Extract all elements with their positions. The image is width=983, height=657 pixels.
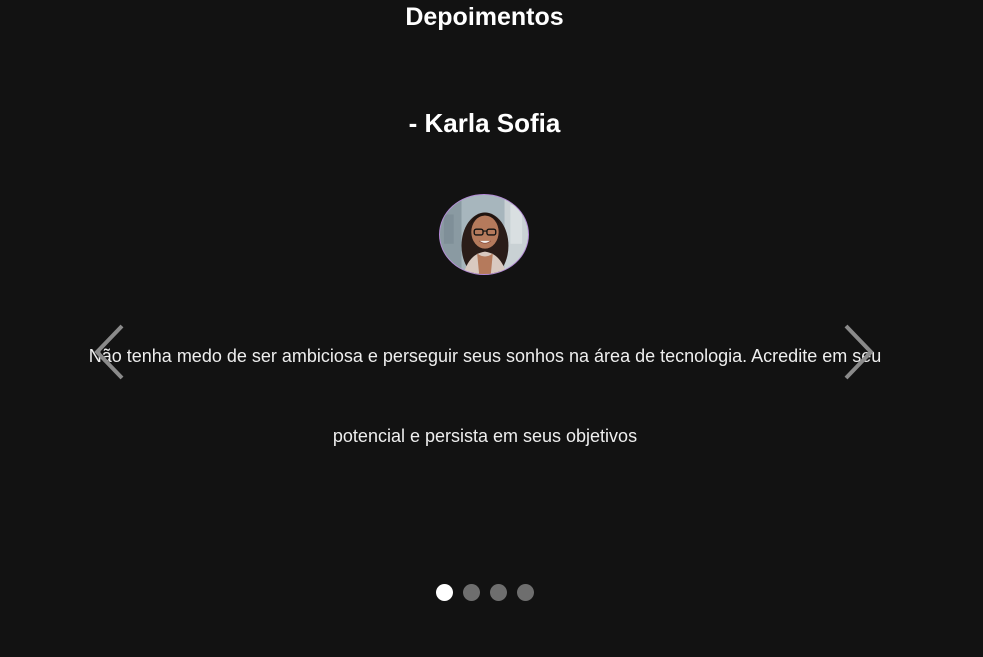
carousel-prev-button[interactable]	[92, 322, 126, 382]
testimonial-quote: Não tenha medo de ser ambiciosa e perseg…	[88, 346, 882, 446]
avatar-photo	[440, 195, 528, 274]
carousel-next-button[interactable]	[842, 322, 876, 382]
chevron-right-icon	[844, 324, 874, 380]
carousel-indicator-1[interactable]	[435, 584, 453, 601]
testimonials-section: Depoimentos - Karla Sofia Não tenha medo…	[0, 0, 983, 657]
section-title: Depoimentos	[405, 3, 564, 31]
carousel-indicator-4[interactable]	[516, 584, 534, 601]
carousel-indicator-2[interactable]	[462, 584, 480, 601]
avatar	[439, 194, 529, 275]
testimonial-author: - Karla Sofia	[408, 108, 561, 138]
carousel-indicator-3[interactable]	[489, 584, 507, 601]
carousel-indicators	[0, 584, 969, 601]
chevron-left-icon	[94, 324, 124, 380]
